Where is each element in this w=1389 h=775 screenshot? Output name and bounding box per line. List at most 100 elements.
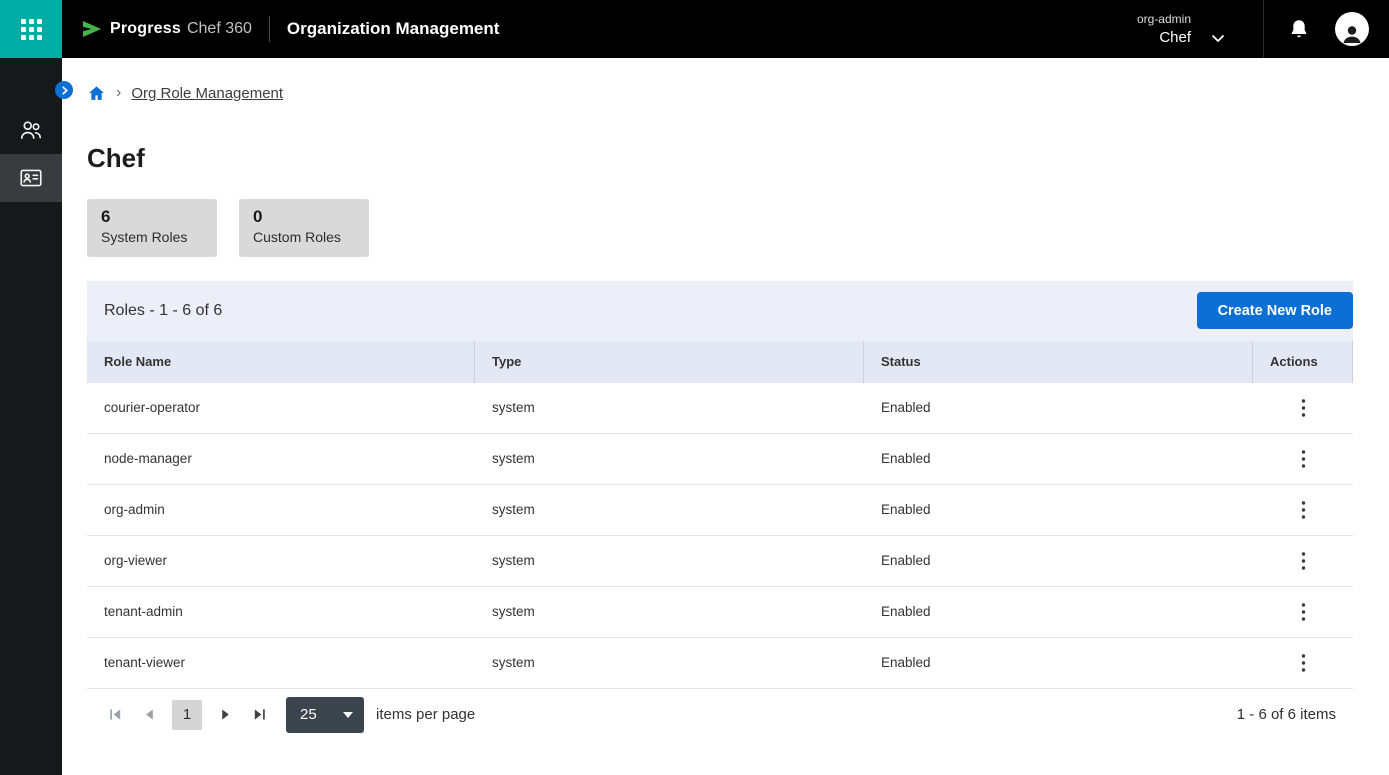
sidebar-expand-button[interactable]	[55, 81, 73, 99]
create-new-role-button[interactable]: Create New Role	[1197, 292, 1353, 329]
previous-page-icon	[142, 707, 157, 722]
table-header-row: Role Name Type Status Actions	[87, 341, 1353, 383]
pagination-controls: 1	[104, 700, 270, 730]
last-page-button[interactable]	[248, 704, 270, 726]
user-avatar-icon	[1340, 22, 1364, 46]
table-row: courier-operator system Enabled	[87, 383, 1353, 434]
cell-actions	[1253, 536, 1353, 586]
row-actions-menu-button[interactable]	[1291, 647, 1316, 679]
breadcrumb-link-org-role-management[interactable]: Org Role Management	[131, 85, 283, 102]
sidebar-item-users[interactable]	[0, 106, 62, 154]
cell-type: system	[475, 434, 864, 484]
previous-page-button[interactable]	[138, 704, 160, 726]
kebab-menu-icon	[1301, 500, 1306, 520]
column-header-type[interactable]: Type	[475, 341, 864, 383]
stats-row: 6 System Roles 0 Custom Roles	[87, 199, 1389, 257]
last-page-icon	[252, 707, 267, 722]
header-separator	[1263, 0, 1264, 58]
cell-status: Enabled	[864, 638, 1253, 688]
cell-type: system	[475, 485, 864, 535]
cell-status: Enabled	[864, 434, 1253, 484]
stat-value: 0	[253, 207, 355, 227]
cell-status: Enabled	[864, 383, 1253, 433]
home-icon	[87, 84, 106, 103]
notifications-bell-icon	[1288, 18, 1310, 40]
apps-grid-icon	[21, 19, 42, 40]
first-page-icon	[108, 707, 123, 722]
kebab-menu-icon	[1301, 449, 1306, 469]
org-switcher-menu[interactable]: org-admin Chef	[1137, 12, 1225, 46]
cell-type: system	[475, 536, 864, 586]
pagination-bar: 1 25 items per page 1 - 6 of	[87, 689, 1353, 741]
table-row: tenant-admin system Enabled	[87, 587, 1353, 638]
user-role-label: org-admin	[1137, 12, 1191, 26]
sidebar-item-org-roles[interactable]	[0, 154, 62, 202]
stat-label: System Roles	[101, 229, 203, 245]
top-header: Progress Chef 360 Organization Managemen…	[0, 0, 1389, 58]
table-row: org-viewer system Enabled	[87, 536, 1353, 587]
stat-card-custom-roles[interactable]: 0 Custom Roles	[239, 199, 369, 257]
column-header-status[interactable]: Status	[864, 341, 1253, 383]
first-page-button[interactable]	[104, 704, 126, 726]
cell-actions	[1253, 587, 1353, 637]
cell-status: Enabled	[864, 587, 1253, 637]
row-actions-menu-button[interactable]	[1291, 392, 1316, 424]
breadcrumb-separator: ›	[116, 85, 121, 101]
roles-table-title: Roles - 1 - 6 of 6	[104, 302, 222, 320]
apps-grid-button[interactable]	[0, 0, 62, 58]
breadcrumb-home-link[interactable]	[87, 84, 106, 103]
roles-table-card: Roles - 1 - 6 of 6 Create New Role Role …	[87, 281, 1353, 741]
cell-actions	[1253, 434, 1353, 484]
next-page-button[interactable]	[214, 704, 236, 726]
kebab-menu-icon	[1301, 551, 1306, 571]
breadcrumb: › Org Role Management	[87, 82, 1389, 104]
cell-type: system	[475, 587, 864, 637]
user-texts: org-admin Chef	[1137, 12, 1191, 46]
brand-secondary-text: Chef 360	[187, 20, 252, 38]
user-org-label: Chef	[1159, 29, 1191, 46]
kebab-menu-icon	[1301, 398, 1306, 418]
table-row: tenant-viewer system Enabled	[87, 638, 1353, 689]
notifications-button[interactable]	[1288, 18, 1310, 40]
pagination-summary: 1 - 6 of 6 items	[1237, 706, 1336, 723]
users-icon	[18, 117, 44, 143]
cell-actions	[1253, 638, 1353, 688]
row-actions-menu-button[interactable]	[1291, 443, 1316, 475]
stat-card-system-roles[interactable]: 6 System Roles	[87, 199, 217, 257]
cell-role-name: org-admin	[87, 485, 475, 535]
progress-logo-icon	[80, 17, 104, 41]
roles-table-toolbar: Roles - 1 - 6 of 6 Create New Role	[87, 281, 1353, 341]
row-actions-menu-button[interactable]	[1291, 545, 1316, 577]
kebab-menu-icon	[1301, 602, 1306, 622]
page-size-value: 25	[300, 706, 317, 723]
row-actions-menu-button[interactable]	[1291, 494, 1316, 526]
cell-actions	[1253, 383, 1353, 433]
page-size-select[interactable]: 25	[286, 697, 364, 733]
main-content: › Org Role Management Chef 6 System Role…	[62, 58, 1389, 775]
cell-role-name: node-manager	[87, 434, 475, 484]
kebab-menu-icon	[1301, 653, 1306, 673]
page-title: Chef	[87, 144, 1389, 173]
row-actions-menu-button[interactable]	[1291, 596, 1316, 628]
header-divider	[269, 16, 270, 42]
cell-actions	[1253, 485, 1353, 535]
cell-type: system	[475, 638, 864, 688]
table-row: org-admin system Enabled	[87, 485, 1353, 536]
current-page-button[interactable]: 1	[172, 700, 202, 730]
cell-role-name: org-viewer	[87, 536, 475, 586]
roles-badge-icon	[18, 165, 44, 191]
cell-status: Enabled	[864, 485, 1253, 535]
left-sidebar	[0, 58, 62, 775]
items-per-page-label: items per page	[376, 706, 475, 723]
cell-type: system	[475, 383, 864, 433]
cell-role-name: courier-operator	[87, 383, 475, 433]
sidebar-expand-chevron-icon	[60, 86, 69, 95]
user-avatar[interactable]	[1335, 12, 1369, 46]
column-header-actions: Actions	[1253, 341, 1352, 383]
brand-primary-text: Progress	[110, 20, 181, 38]
column-header-role-name[interactable]: Role Name	[87, 341, 475, 383]
brand-logo: Progress Chef 360	[80, 17, 252, 41]
chevron-down-icon	[343, 712, 353, 718]
chevron-down-icon	[1211, 34, 1225, 43]
cell-status: Enabled	[864, 536, 1253, 586]
